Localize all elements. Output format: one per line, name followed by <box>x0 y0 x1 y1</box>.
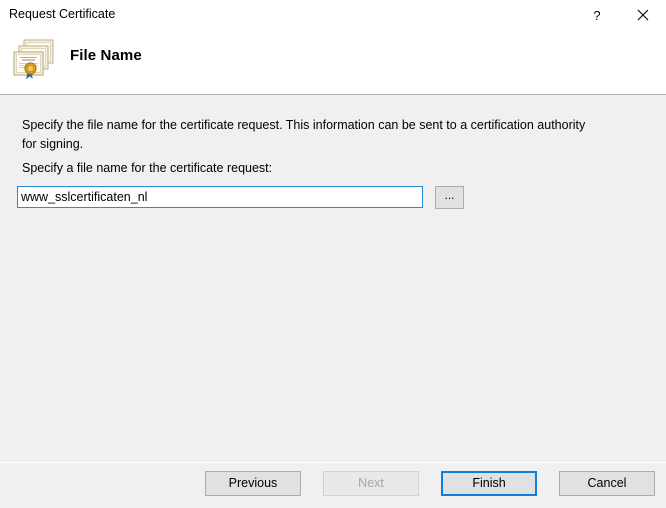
close-icon <box>637 9 649 21</box>
dialog-body: Specify the file name for the certificat… <box>0 95 666 462</box>
description-text: Specify the file name for the certificat… <box>22 116 602 154</box>
file-name-input[interactable] <box>17 186 423 208</box>
title-bar: Request Certificate ? <box>0 0 666 30</box>
request-certificate-dialog: Request Certificate ? <box>0 0 666 508</box>
close-button[interactable] <box>620 0 666 30</box>
window-controls: ? <box>574 0 666 30</box>
file-name-label: Specify a file name for the certificate … <box>22 161 272 175</box>
next-button: Next <box>323 471 419 496</box>
dialog-header: File Name <box>0 30 666 95</box>
help-button[interactable]: ? <box>574 0 620 30</box>
footer-button-group: Previous Next Finish Cancel <box>205 471 655 496</box>
cancel-button[interactable]: Cancel <box>559 471 655 496</box>
window-title: Request Certificate <box>0 0 115 22</box>
dialog-footer: Previous Next Finish Cancel <box>0 462 666 508</box>
browse-button[interactable]: ... <box>435 186 464 209</box>
question-mark-icon: ? <box>593 9 600 22</box>
page-title: File Name <box>70 47 142 64</box>
certificates-icon <box>11 37 57 83</box>
previous-button[interactable]: Previous <box>205 471 301 496</box>
file-name-field-row: ... <box>17 186 464 209</box>
finish-button[interactable]: Finish <box>441 471 537 496</box>
